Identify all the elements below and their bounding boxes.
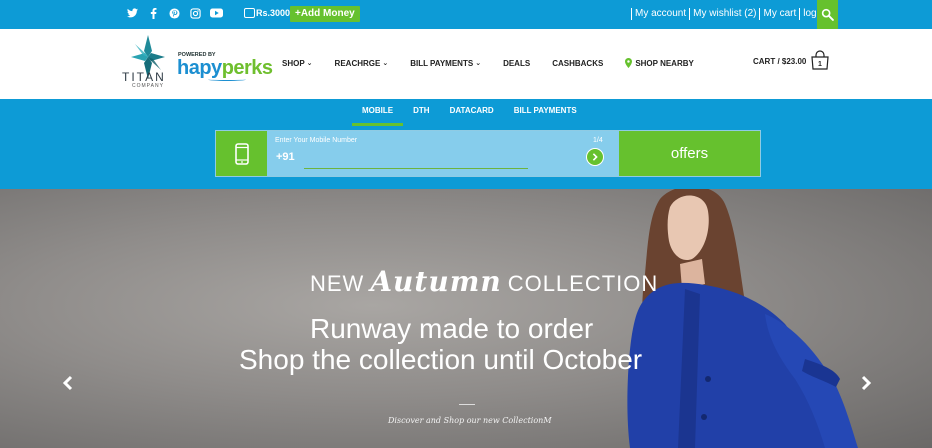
mobile-phone-icon: [216, 131, 267, 176]
mobile-number-field[interactable]: Enter Your Mobile Number +91 1/4: [267, 131, 619, 176]
youtube-icon[interactable]: [206, 8, 227, 23]
hero-headline: Runway made to order: [310, 313, 594, 344]
nav-shop-nearby[interactable]: SHOP NEARBY: [625, 58, 694, 68]
carousel-prev-button[interactable]: [62, 375, 74, 396]
nav-cashbacks[interactable]: CASHBACKS: [552, 58, 603, 68]
nav-cashbacks-label: CASHBACKS: [552, 58, 604, 68]
carousel-next-button[interactable]: [860, 375, 872, 396]
logo-swoosh: [208, 78, 246, 81]
chevron-down-icon: ⌄: [382, 60, 389, 67]
hapyperks-logo[interactable]: hapyperks: [177, 57, 273, 80]
tab-dth[interactable]: DTH: [403, 105, 439, 126]
my-cart-link[interactable]: My cart: [759, 8, 799, 20]
titan-company-label: COMPANY: [132, 83, 164, 89]
wallet-balance[interactable]: Rs.3000: [244, 8, 290, 18]
social-links: [122, 8, 227, 23]
step-counter: 1/4: [593, 137, 603, 144]
cart-total[interactable]: CART / $23.00: [753, 57, 806, 66]
wallet-amount: Rs.3000: [256, 8, 291, 18]
top-bar: Rs.3000 +Add Money My account My wishlis…: [0, 0, 932, 29]
nav-bill-payments[interactable]: BILL PAYMENTS ⌄: [410, 58, 481, 68]
tab-bill-payments[interactable]: BILL PAYMENTS: [504, 105, 587, 126]
nav-shop-label: SHOP: [282, 58, 305, 68]
nav-recharge-label: REACHRGE: [334, 58, 381, 68]
chevron-right-icon: [592, 153, 598, 161]
perks-wordmark: perks: [221, 57, 273, 79]
site-header: TITAN COMPANY POWERED BY hapyperks SHOP ⌄…: [0, 29, 932, 99]
hero-kicker: NEW Autumn COLLECTION: [310, 265, 658, 298]
cart-count: 1: [818, 61, 822, 68]
input-underline: [304, 168, 528, 169]
location-pin-icon: [625, 58, 633, 68]
shopping-bag-icon[interactable]: 1: [810, 50, 830, 70]
nav-recharge[interactable]: REACHRGE ⌄: [335, 58, 389, 68]
chevron-down-icon: ⌄: [475, 60, 482, 67]
hero-kicker-new: NEW: [310, 271, 365, 296]
tab-mobile[interactable]: MOBILE: [352, 105, 404, 126]
hero-caption: Discover and Shop our new CollectionM: [388, 416, 552, 425]
nav-deals-label: DEALS: [503, 58, 531, 68]
hero-kicker-autumn: Autumn: [370, 265, 502, 298]
hero-divider: [459, 404, 475, 405]
mobile-number-placeholder: Enter Your Mobile Number: [275, 137, 358, 144]
hero-kicker-collection: COLLECTION: [507, 271, 659, 296]
recharge-form: Enter Your Mobile Number +91 1/4 offers: [215, 130, 761, 177]
add-money-button[interactable]: +Add Money: [290, 6, 360, 22]
nav-shop-nearby-label: SHOP NEARBY: [635, 58, 694, 68]
nav-deals[interactable]: DEALS: [503, 58, 530, 68]
chevron-down-icon: ⌄: [306, 60, 313, 67]
instagram-icon[interactable]: [185, 8, 206, 23]
titan-wordmark: TITAN: [122, 70, 166, 84]
hero-carousel: NEW Autumn COLLECTION Runway made to ord…: [0, 189, 932, 448]
offers-button[interactable]: offers: [619, 131, 760, 176]
recharge-tabs: MOBILE DTH DATACARD BILL PAYMENTS: [352, 105, 587, 126]
facebook-icon[interactable]: [143, 8, 164, 23]
recharge-panel: MOBILE DTH DATACARD BILL PAYMENTS Enter …: [0, 99, 932, 189]
hero-subheadline: Shop the collection until October: [239, 344, 643, 375]
next-step-button[interactable]: [586, 148, 604, 166]
search-icon: [821, 8, 834, 21]
search-button[interactable]: [817, 0, 838, 29]
twitter-icon[interactable]: [122, 8, 143, 23]
nav-shop[interactable]: SHOP ⌄: [282, 58, 313, 68]
account-links: My account My wishlist (2) My cart login: [631, 8, 827, 20]
hero-model-image: [627, 189, 858, 448]
tab-datacard[interactable]: DATACARD: [440, 105, 504, 126]
chevron-right-icon: [861, 375, 872, 391]
my-account-link[interactable]: My account: [631, 8, 689, 20]
pinterest-icon[interactable]: [164, 8, 185, 23]
chevron-left-icon: [62, 375, 73, 391]
my-wishlist-link[interactable]: My wishlist (2): [689, 8, 759, 20]
hapy-wordmark: hapy: [177, 57, 222, 79]
country-code-prefix: +91: [276, 151, 295, 163]
nav-bill-payments-label: BILL PAYMENTS: [410, 58, 474, 68]
main-nav: SHOP ⌄ REACHRGE ⌄ BILL PAYMENTS ⌄ DEALS CAS…: [282, 58, 716, 68]
wallet-icon: [244, 8, 255, 18]
